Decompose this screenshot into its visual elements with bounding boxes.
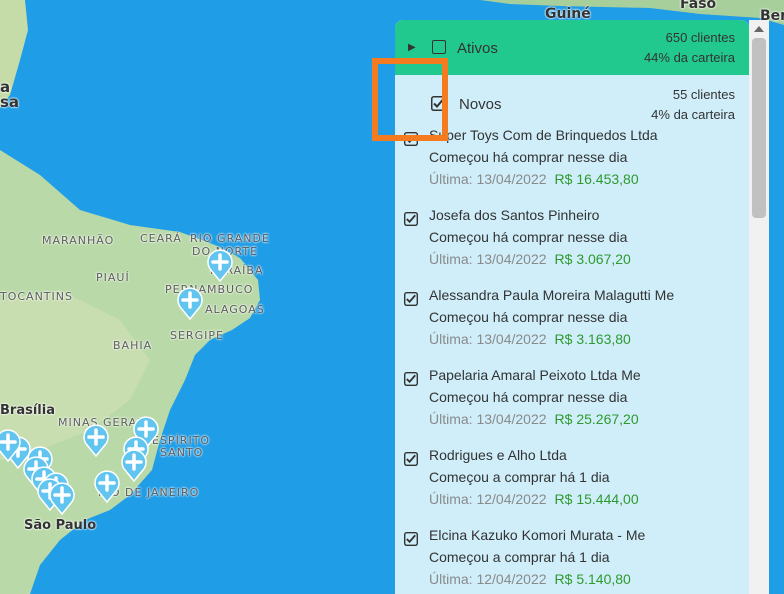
client-list: Super Toys Com de Brinquedos Ltda Começou… [395,127,749,594]
map-label-ceara: CEARÁ [140,232,182,245]
map-label-sao-paulo: São Paulo [24,518,97,533]
client-name[interactable]: Elcina Kazuko Komori Murata - Me [429,527,645,543]
map-pin-plus-icon[interactable] [82,423,110,457]
client-amount: R$ 15.444,00 [554,491,639,507]
map-pin-plus-icon[interactable] [0,428,22,462]
group-ativos-share: 44% da carteira [643,50,735,65]
panel-scrollbar[interactable] [749,20,769,594]
group-novos-meta: 55 clientes 4% da carteira [651,85,735,125]
map-label-sergipe: SERGIPE [170,329,224,342]
group-novos-title: Novos [459,96,502,113]
client-last-purchase: Última: 13/04/2022 R$ 3.163,80 [429,331,631,347]
group-ativos-meta: 650 clientes 44% da carteira [644,28,735,68]
client-list-item[interactable]: Alessandra Paula Moreira Malagutti Me Com… [395,287,749,367]
map-pin-plus-icon[interactable] [176,286,204,320]
client-amount: R$ 25.267,20 [554,411,639,427]
client-checkbox-checked-icon[interactable] [404,372,418,386]
map-label-faso: Faso [680,0,717,12]
client-checkbox-checked-icon[interactable] [404,532,418,546]
map-pin-plus-icon[interactable] [206,248,234,282]
client-name[interactable]: Super Toys Com de Brinquedos Ltda [429,127,658,143]
map-label-rio-grande: RIO GRANDE [190,232,270,245]
client-status: Começou há comprar nesse dia [429,309,628,325]
client-last-purchase: Última: 12/04/2022 R$ 15.444,00 [429,491,639,507]
map-pin-plus-icon[interactable] [48,481,76,515]
client-name[interactable]: Rodrigues e Alho Ltda [429,447,567,463]
client-list-item[interactable]: Elcina Kazuko Komori Murata - Me Começou … [395,527,749,594]
group-ativos-count: 650 clientes [665,30,735,45]
group-novos-share: 4% da carteira [651,107,735,122]
scroll-up-arrow-icon[interactable] [754,26,764,32]
expand-arrow-icon[interactable]: ▶ [408,42,416,53]
client-list-item[interactable]: Josefa dos Santos Pinheiro Começou há com… [395,207,749,287]
client-list-item[interactable]: Rodrigues e Alho Ltda Começou a comprar h… [395,447,749,527]
client-name[interactable]: Alessandra Paula Moreira Malagutti Me [429,287,674,303]
client-groups-panel: ▶ Ativos 650 clientes 44% da carteira ▼ … [395,20,749,594]
map-label-tocantins: TOCANTINS [0,290,73,303]
map-label-alagoas: ALAGOAS [205,303,265,316]
highlight-annotation [372,58,448,141]
client-status: Começou a comprar há 1 dia [429,549,610,565]
client-last-purchase: Última: 13/04/2022 R$ 16.453,80 [429,171,639,187]
client-amount: R$ 3.163,80 [554,331,631,347]
map-pin-plus-icon[interactable] [93,469,121,503]
map-label-bahia: BAHIA [113,339,153,352]
client-last-date: Última: 13/04/2022 [429,411,547,427]
client-status: Começou há comprar nesse dia [429,389,628,405]
map-pin-plus-icon[interactable] [120,448,148,482]
client-last-purchase: Última: 13/04/2022 R$ 3.067,20 [429,251,631,267]
client-list-item[interactable]: Papelaria Amaral Peixoto Ltda Me Começou … [395,367,749,447]
group-ativos-title: Ativos [457,40,498,57]
map-label-maranhao: MARANHÃO [42,234,115,247]
client-list-item[interactable]: Super Toys Com de Brinquedos Ltda Começou… [395,127,749,207]
client-last-date: Última: 13/04/2022 [429,171,547,187]
scroll-thumb[interactable] [752,38,766,218]
client-last-purchase: Última: 13/04/2022 R$ 25.267,20 [429,411,639,427]
client-last-date: Última: 13/04/2022 [429,251,547,267]
group-ativos-checkbox[interactable] [432,40,446,54]
client-last-date: Última: 12/04/2022 [429,491,547,507]
client-name[interactable]: Josefa dos Santos Pinheiro [429,207,599,223]
client-amount: R$ 3.067,20 [554,251,631,267]
client-amount: R$ 5.140,80 [554,571,631,587]
client-status: Começou há comprar nesse dia [429,149,628,165]
client-status: Começou a comprar há 1 dia [429,469,610,485]
client-last-date: Última: 13/04/2022 [429,331,547,347]
map-label-lisboa-fragment-2: sa [0,93,20,111]
client-status: Começou há comprar nesse dia [429,229,628,245]
map-label-brasilia: Brasília [0,403,55,418]
client-last-date: Última: 12/04/2022 [429,571,547,587]
map-label-santo: SANTO [160,446,204,459]
client-checkbox-checked-icon[interactable] [404,452,418,466]
client-checkbox-checked-icon[interactable] [404,292,418,306]
map-label-piaui: PIAUÍ [96,271,130,284]
client-amount: R$ 16.453,80 [554,171,639,187]
group-ativos-header[interactable]: ▶ Ativos 650 clientes 44% da carteira [395,20,749,75]
client-last-purchase: Última: 12/04/2022 R$ 5.140,80 [429,571,631,587]
group-novos-header[interactable]: Novos 55 clientes 4% da carteira [395,75,749,133]
group-novos-count: 55 clientes [672,87,735,102]
client-name[interactable]: Papelaria Amaral Peixoto Ltda Me [429,367,641,383]
client-checkbox-checked-icon[interactable] [404,212,418,226]
